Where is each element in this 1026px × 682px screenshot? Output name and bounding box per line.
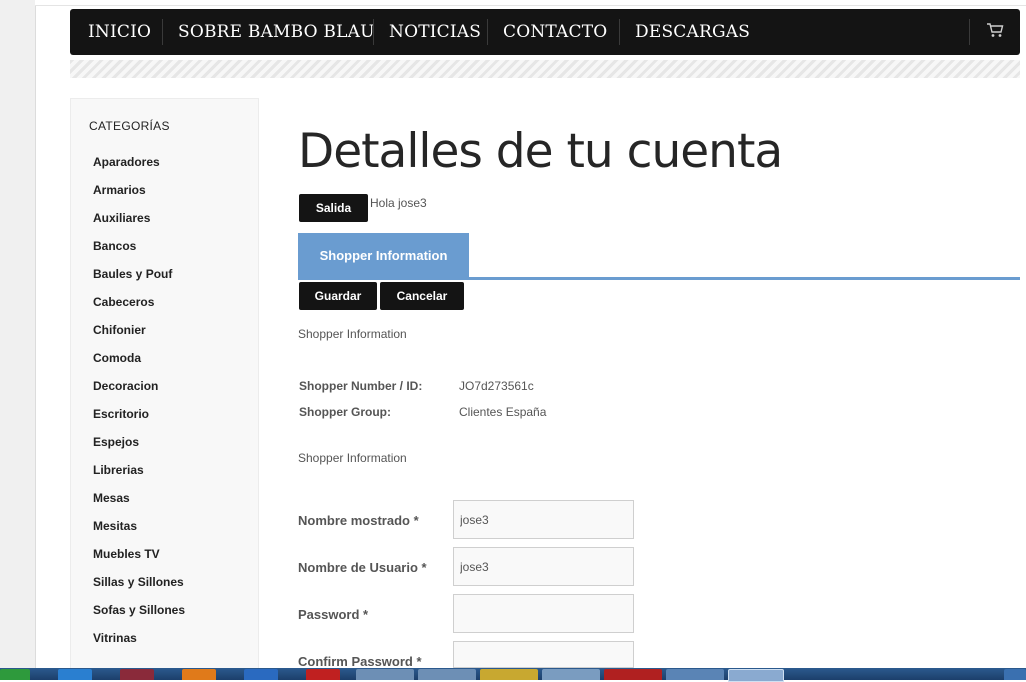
taskbar-app-icon[interactable] [418,669,476,680]
confirm-password-label: Confirm Password * [298,654,422,669]
greeting-text: Hola jose3 [370,196,427,210]
nav-item-noticias[interactable]: NOTICIAS [389,9,481,55]
category-link[interactable]: Muebles TV [93,547,160,561]
nav-separator [373,19,374,45]
category-link[interactable]: Decoracion [93,379,158,393]
nav-separator [969,19,970,45]
taskbar-app-icon[interactable] [356,669,414,680]
start-button-icon[interactable] [0,669,30,680]
sidebar-title: CATEGORÍAS [89,119,170,133]
category-link[interactable]: Mesas [93,491,130,505]
display-name-field[interactable] [453,500,634,539]
decorative-stripe [70,60,1020,78]
category-link[interactable]: Espejos [93,435,139,449]
nav-separator [162,19,163,45]
category-link[interactable]: Vitrinas [93,631,137,645]
category-link[interactable]: Librerias [93,463,144,477]
password-field[interactable] [453,594,634,633]
category-link[interactable]: Auxiliares [93,211,150,225]
cancel-button[interactable]: Cancelar [380,282,464,310]
shopper-number-label: Shopper Number / ID: [299,379,423,393]
tab-underline [298,277,1020,280]
category-link[interactable]: Comoda [93,351,141,365]
taskbar-app-icon[interactable] [542,669,600,680]
section-title: Shopper Information [298,327,407,341]
category-link[interactable]: Cabeceros [93,295,154,309]
logout-button[interactable]: Salida [299,194,368,222]
section-title: Shopper Information [298,451,407,465]
username-label: Nombre de Usuario * [298,560,427,575]
taskbar-app-icon[interactable] [604,669,662,680]
password-label: Password * [298,607,369,622]
nav-item-sobre-bambo-blau[interactable]: SOBRE BAMBO BLAU [178,9,375,55]
category-link[interactable]: Escritorio [93,407,149,421]
shopper-group-value: Clientes España [459,405,547,419]
taskbar-browser-icon[interactable] [728,669,784,682]
categories-sidebar: CATEGORÍAS Aparadores Armarios Auxiliare… [70,98,259,671]
taskbar-app-icon[interactable] [480,669,538,680]
category-link[interactable]: Mesitas [93,519,137,533]
window-left-gutter [0,0,36,668]
taskbar-app-icon[interactable] [182,669,216,680]
tab-shopper-information[interactable]: Shopper Information [298,233,469,279]
taskbar-app-icon[interactable] [306,669,340,680]
shopper-group-label: Shopper Group: [299,405,391,419]
category-link[interactable]: Bancos [93,239,136,253]
main-nav: INICIO SOBRE BAMBO BLAU NOTICIAS CONTACT… [70,9,1020,55]
nav-separator [487,19,488,45]
taskbar-app-icon[interactable] [666,669,724,680]
taskbar-app-icon[interactable] [244,669,278,680]
display-name-label: Nombre mostrado * [298,513,419,528]
category-link[interactable]: Aparadores [93,155,160,169]
taskbar-app-icon[interactable] [58,669,92,680]
category-link[interactable]: Baules y Pouf [93,267,172,281]
username-field[interactable] [453,547,634,586]
page-top-edge [35,0,1026,6]
nav-item-contacto[interactable]: CONTACTO [503,9,607,55]
page-title: Detalles de tu cuenta [298,124,783,179]
save-button[interactable]: Guardar [299,282,377,310]
taskbar-app-icon[interactable] [1004,669,1026,680]
nav-item-inicio[interactable]: INICIO [88,9,151,55]
cart-icon[interactable] [986,21,1004,39]
category-link[interactable]: Sillas y Sillones [93,575,184,589]
nav-item-descargas[interactable]: DESCARGAS [635,9,750,55]
os-taskbar [0,668,1026,682]
category-link[interactable]: Armarios [93,183,146,197]
category-link[interactable]: Sofas y Sillones [93,603,185,617]
shopper-number-value: JO7d273561c [459,379,534,393]
taskbar-app-icon[interactable] [120,669,154,680]
category-link[interactable]: Chifonier [93,323,146,337]
confirm-password-field[interactable] [453,641,634,668]
nav-separator [619,19,620,45]
